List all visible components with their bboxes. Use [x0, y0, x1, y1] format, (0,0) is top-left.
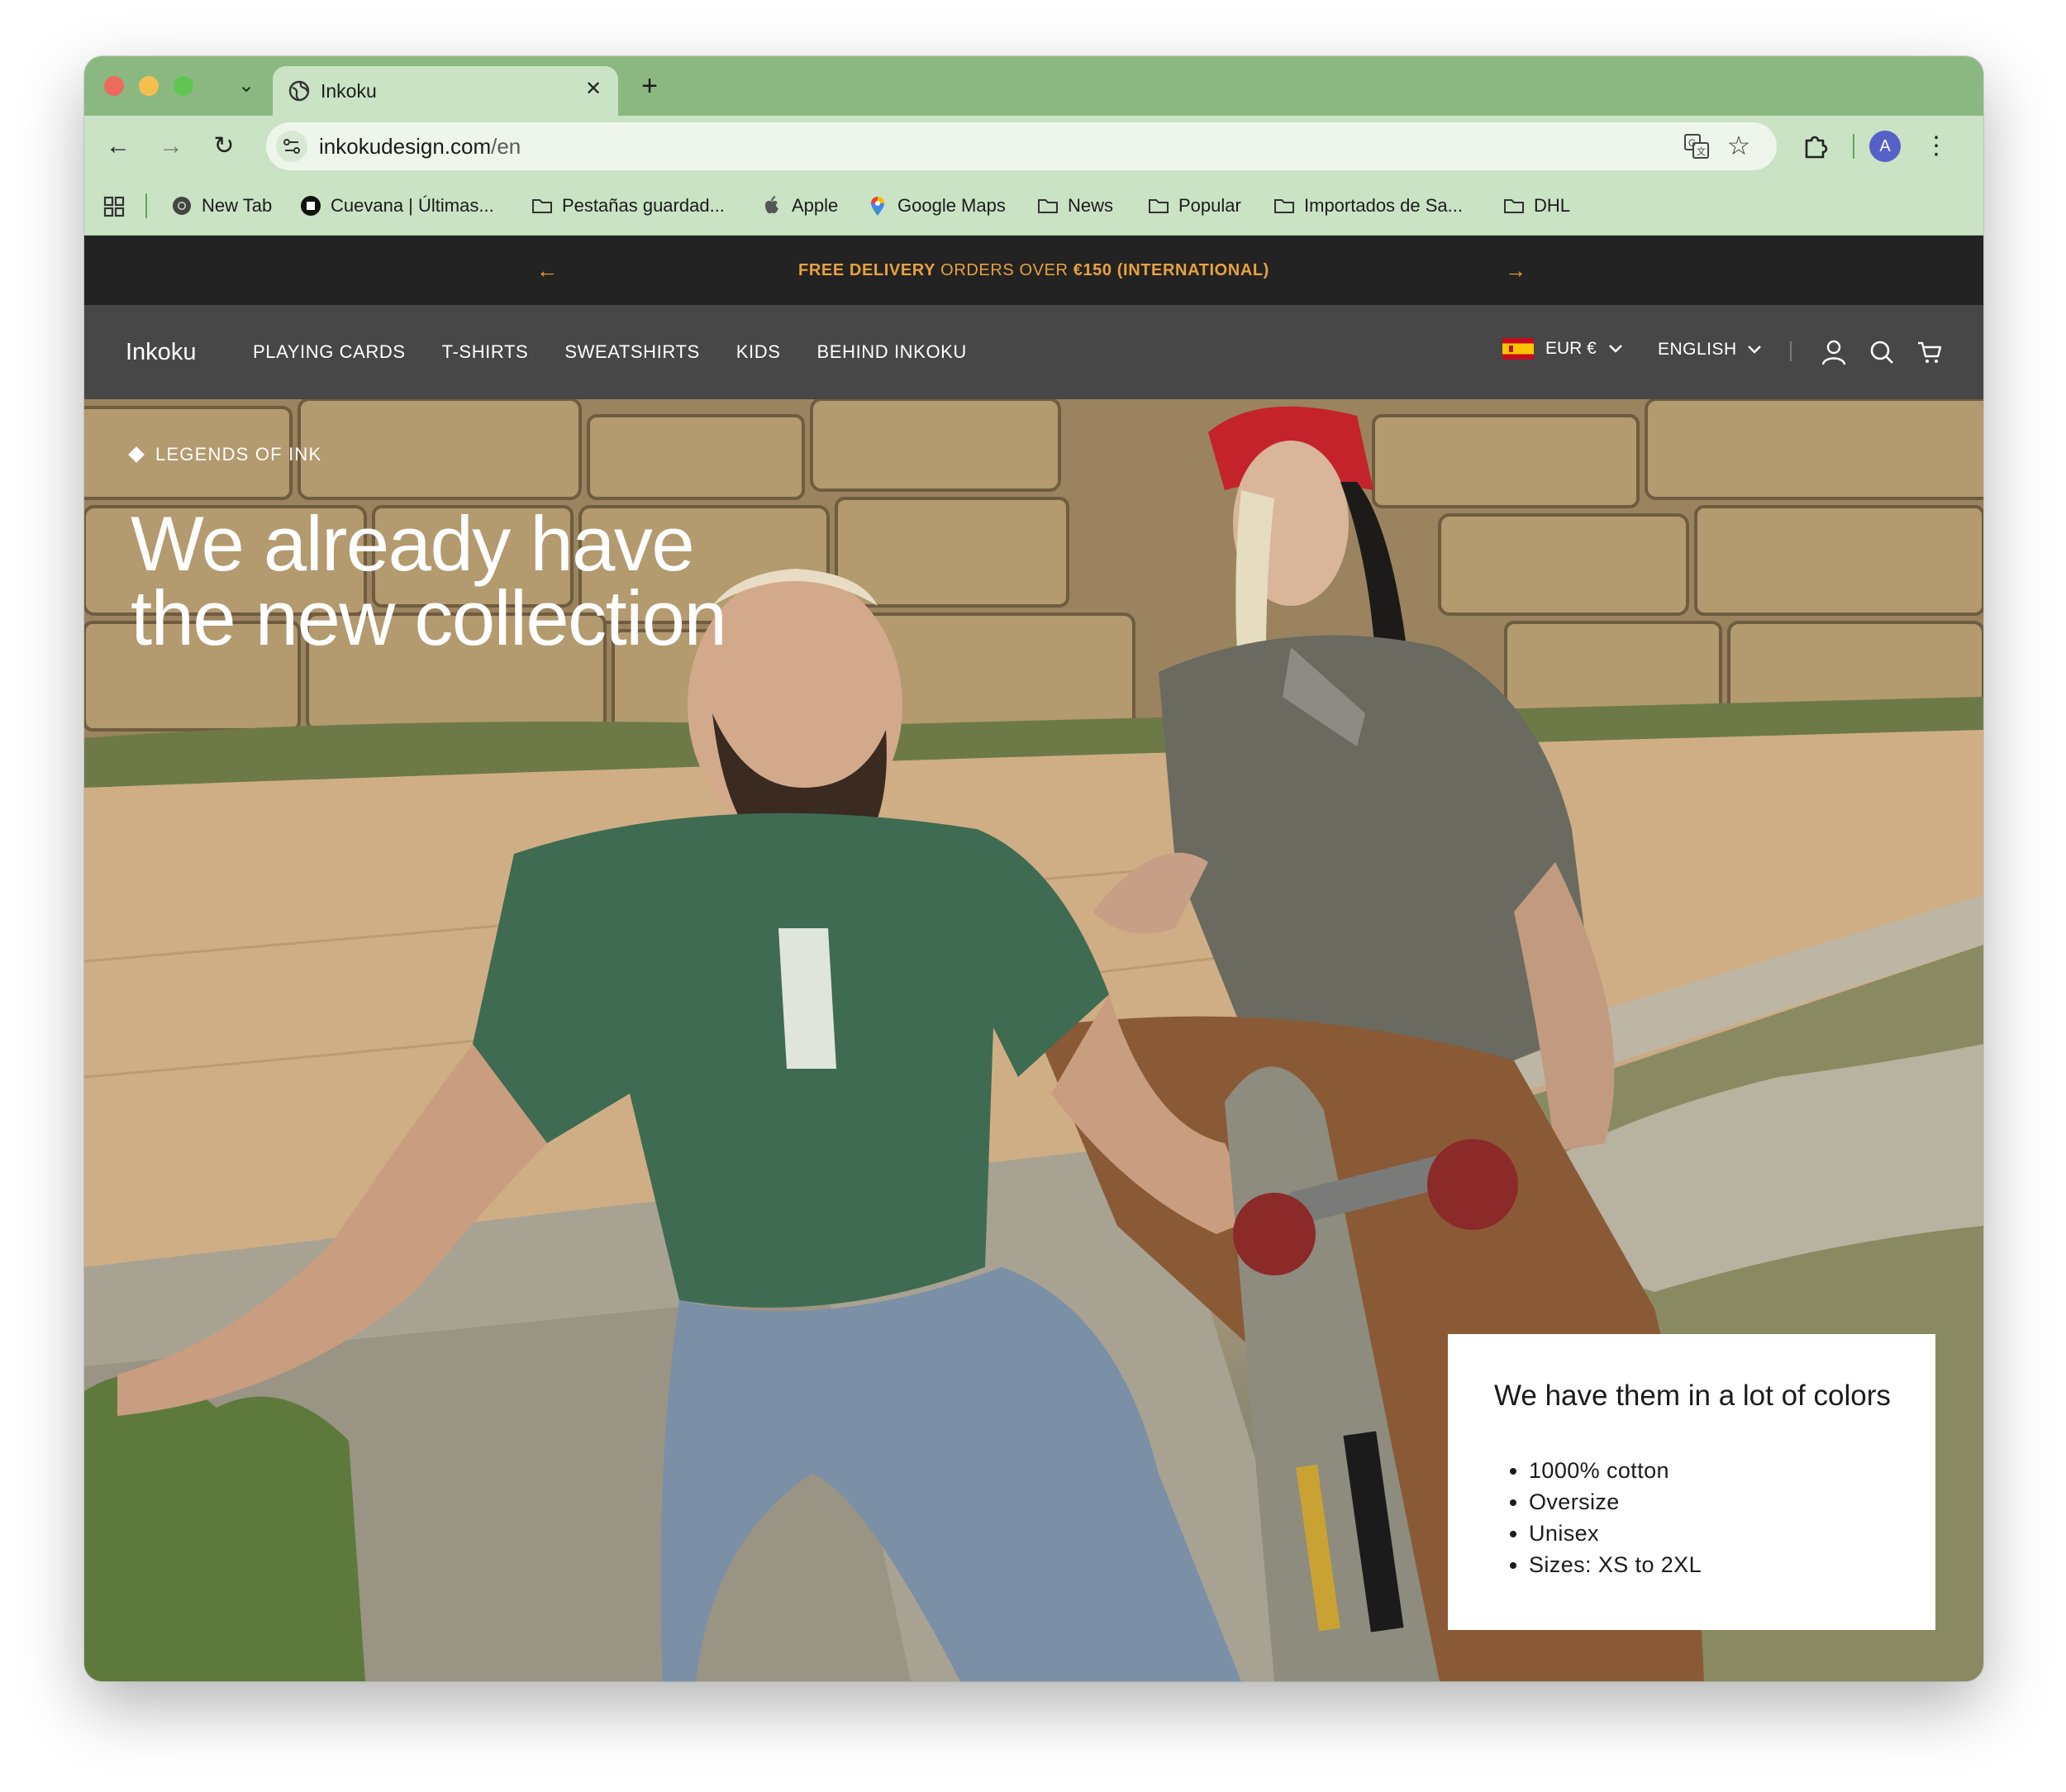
hero-eyebrow-text: LEGENDS OF INK — [155, 444, 322, 465]
folder-icon — [1502, 194, 1526, 217]
nav-behind-inkoku[interactable]: BEHIND INKOKU — [817, 341, 967, 363]
site-logo[interactable]: Inkoku — [126, 338, 196, 366]
site-header: Inkoku PLAYING CARDS T-SHIRTS SWEATSHIRT… — [84, 305, 1983, 399]
hero-headline: We already have the new collection — [131, 500, 874, 661]
chevron-down-icon — [1747, 346, 1761, 354]
hero-banner[interactable]: LEGENDS OF INK We already have the new c… — [84, 399, 1983, 1681]
hero-headline-line-2: the new collection — [131, 574, 727, 661]
url-text: inkokudesign.com/en — [319, 134, 521, 159]
bookmark-pestanas[interactable]: Pestañas guardad... — [531, 192, 725, 220]
feature-list: 1000% cotton Oversize Unisex Sizes: XS t… — [1494, 1455, 1702, 1580]
folder-icon — [1273, 194, 1296, 217]
feature-item: Unisex — [1529, 1518, 1702, 1549]
forward-arrow-icon[interactable]: → — [154, 129, 188, 164]
chrome-icon — [170, 194, 193, 217]
translate-icon[interactable]: G 文 — [1683, 132, 1711, 160]
web-page: ← FREE DELIVERY ORDERS OVER €150 (INTERN… — [84, 236, 1983, 1681]
info-card-title: We have them in a lot of colors — [1494, 1380, 1891, 1412]
site-info-tune-icon[interactable] — [276, 131, 307, 162]
svg-text:G: G — [1688, 137, 1696, 149]
folder-icon — [1147, 194, 1170, 217]
feature-item: 1000% cotton — [1529, 1455, 1702, 1486]
diamond-icon — [128, 446, 145, 463]
main-navigation: PLAYING CARDS T-SHIRTS SWEATSHIRTS KIDS … — [253, 341, 967, 363]
currency-label: EUR € — [1545, 339, 1597, 358]
bookmark-popular[interactable]: Popular — [1147, 192, 1241, 220]
feature-item: Sizes: XS to 2XL — [1529, 1549, 1702, 1580]
currency-selector[interactable]: EUR € — [1502, 338, 1623, 360]
bookmark-label: New Tab — [202, 195, 273, 216]
announcement-bold-tail: €150 (INTERNATIONAL) — [1073, 261, 1269, 279]
nav-kids[interactable]: KIDS — [736, 341, 781, 363]
url-path: /en — [491, 134, 521, 159]
bookmark-apple[interactable]: Apple — [760, 192, 838, 220]
bookmark-label: Apple — [792, 195, 839, 216]
close-tab-icon[interactable]: ✕ — [580, 76, 607, 102]
bookmark-label: Google Maps — [897, 195, 1006, 216]
bookmark-label: DHL — [1534, 195, 1571, 216]
bookmark-label: Pestañas guardad... — [562, 195, 725, 216]
bookmarks-separator — [145, 193, 147, 218]
globe-icon — [288, 80, 310, 102]
browser-toolbar: ← → ↻ inkokudesign.com/en G 文 ☆ A ⋮ — [84, 116, 1983, 177]
bookmark-dhl[interactable]: DHL — [1502, 192, 1570, 220]
browser-tab[interactable]: Inkoku ✕ — [273, 66, 618, 116]
tab-title: Inkoku — [321, 80, 377, 102]
nav-sweatshirts[interactable]: SWEATSHIRTS — [564, 341, 699, 363]
apps-grid-icon[interactable] — [102, 195, 126, 218]
browser-menu-icon[interactable]: ⋮ — [1924, 129, 1949, 164]
toolbar-separator — [1853, 134, 1854, 159]
browser-window: ⌄ Inkoku ✕ + ← → ↻ inkokudesign.com/en G… — [84, 56, 1983, 1681]
feature-item: Oversize — [1529, 1486, 1702, 1518]
cart-icon[interactable] — [1916, 338, 1944, 366]
bookmark-star-icon[interactable]: ☆ — [1722, 129, 1755, 162]
tab-search-chevron-icon[interactable]: ⌄ — [230, 69, 263, 102]
chevron-down-icon — [1609, 345, 1622, 353]
hero-headline-line-1: We already have — [131, 500, 695, 587]
announcement-bold-lead: FREE DELIVERY — [798, 261, 936, 279]
bookmark-label: Cuevana | Últimas... — [331, 195, 494, 216]
url-domain: inkokudesign.com — [319, 134, 492, 159]
language-selector[interactable]: ENGLISH — [1658, 340, 1762, 360]
bookmark-label: Importados de Sa... — [1304, 195, 1463, 216]
bookmarks-bar: New Tab Cuevana | Últimas... Pestañas gu… — [84, 177, 1983, 236]
folder-icon — [531, 194, 554, 217]
reload-icon[interactable]: ↻ — [207, 129, 241, 164]
bookmark-news[interactable]: News — [1036, 192, 1113, 220]
folder-icon — [1036, 194, 1059, 217]
bookmark-cuevana[interactable]: Cuevana | Últimas... — [299, 192, 494, 220]
account-user-icon[interactable] — [1820, 338, 1848, 366]
tab-strip: ⌄ Inkoku ✕ + — [84, 56, 1983, 116]
announcement-bar: ← FREE DELIVERY ORDERS OVER €150 (INTERN… — [84, 236, 1983, 305]
announcement-text: FREE DELIVERY ORDERS OVER €150 (INTERNAT… — [84, 260, 1983, 280]
search-icon[interactable] — [1868, 338, 1896, 366]
header-separator — [1790, 341, 1792, 361]
next-announcement-arrow-icon[interactable]: → — [1502, 257, 1529, 284]
cuevana-icon — [299, 194, 322, 217]
bookmark-label: Popular — [1178, 195, 1241, 216]
new-tab-plus-icon[interactable]: + — [633, 69, 666, 102]
svg-text:文: 文 — [1697, 145, 1706, 157]
apple-icon — [760, 194, 783, 217]
nav-t-shirts[interactable]: T-SHIRTS — [442, 341, 529, 363]
minimize-window-button[interactable] — [139, 76, 159, 96]
spain-flag-icon — [1502, 338, 1534, 360]
address-bar[interactable]: inkokudesign.com/en G 文 ☆ — [266, 122, 1777, 170]
language-label: ENGLISH — [1658, 340, 1737, 359]
nav-playing-cards[interactable]: PLAYING CARDS — [253, 341, 406, 363]
hero-info-card: We have them in a lot of colors 1000% co… — [1448, 1334, 1935, 1630]
announcement-middle: ORDERS OVER — [935, 261, 1073, 279]
extensions-puzzle-icon[interactable] — [1798, 129, 1833, 164]
back-arrow-icon[interactable]: ← — [101, 129, 136, 164]
bookmark-new-tab[interactable]: New Tab — [170, 192, 272, 220]
bookmark-google-maps[interactable]: Google Maps — [866, 192, 1006, 220]
bookmark-label: News — [1068, 195, 1114, 216]
maps-pin-icon — [866, 194, 889, 217]
bookmark-importados[interactable]: Importados de Sa... — [1273, 192, 1463, 220]
hero-eyebrow: LEGENDS OF INK — [128, 444, 322, 465]
zoom-window-button[interactable] — [174, 76, 193, 96]
profile-avatar[interactable]: A — [1869, 131, 1901, 162]
close-window-button[interactable] — [104, 76, 124, 96]
